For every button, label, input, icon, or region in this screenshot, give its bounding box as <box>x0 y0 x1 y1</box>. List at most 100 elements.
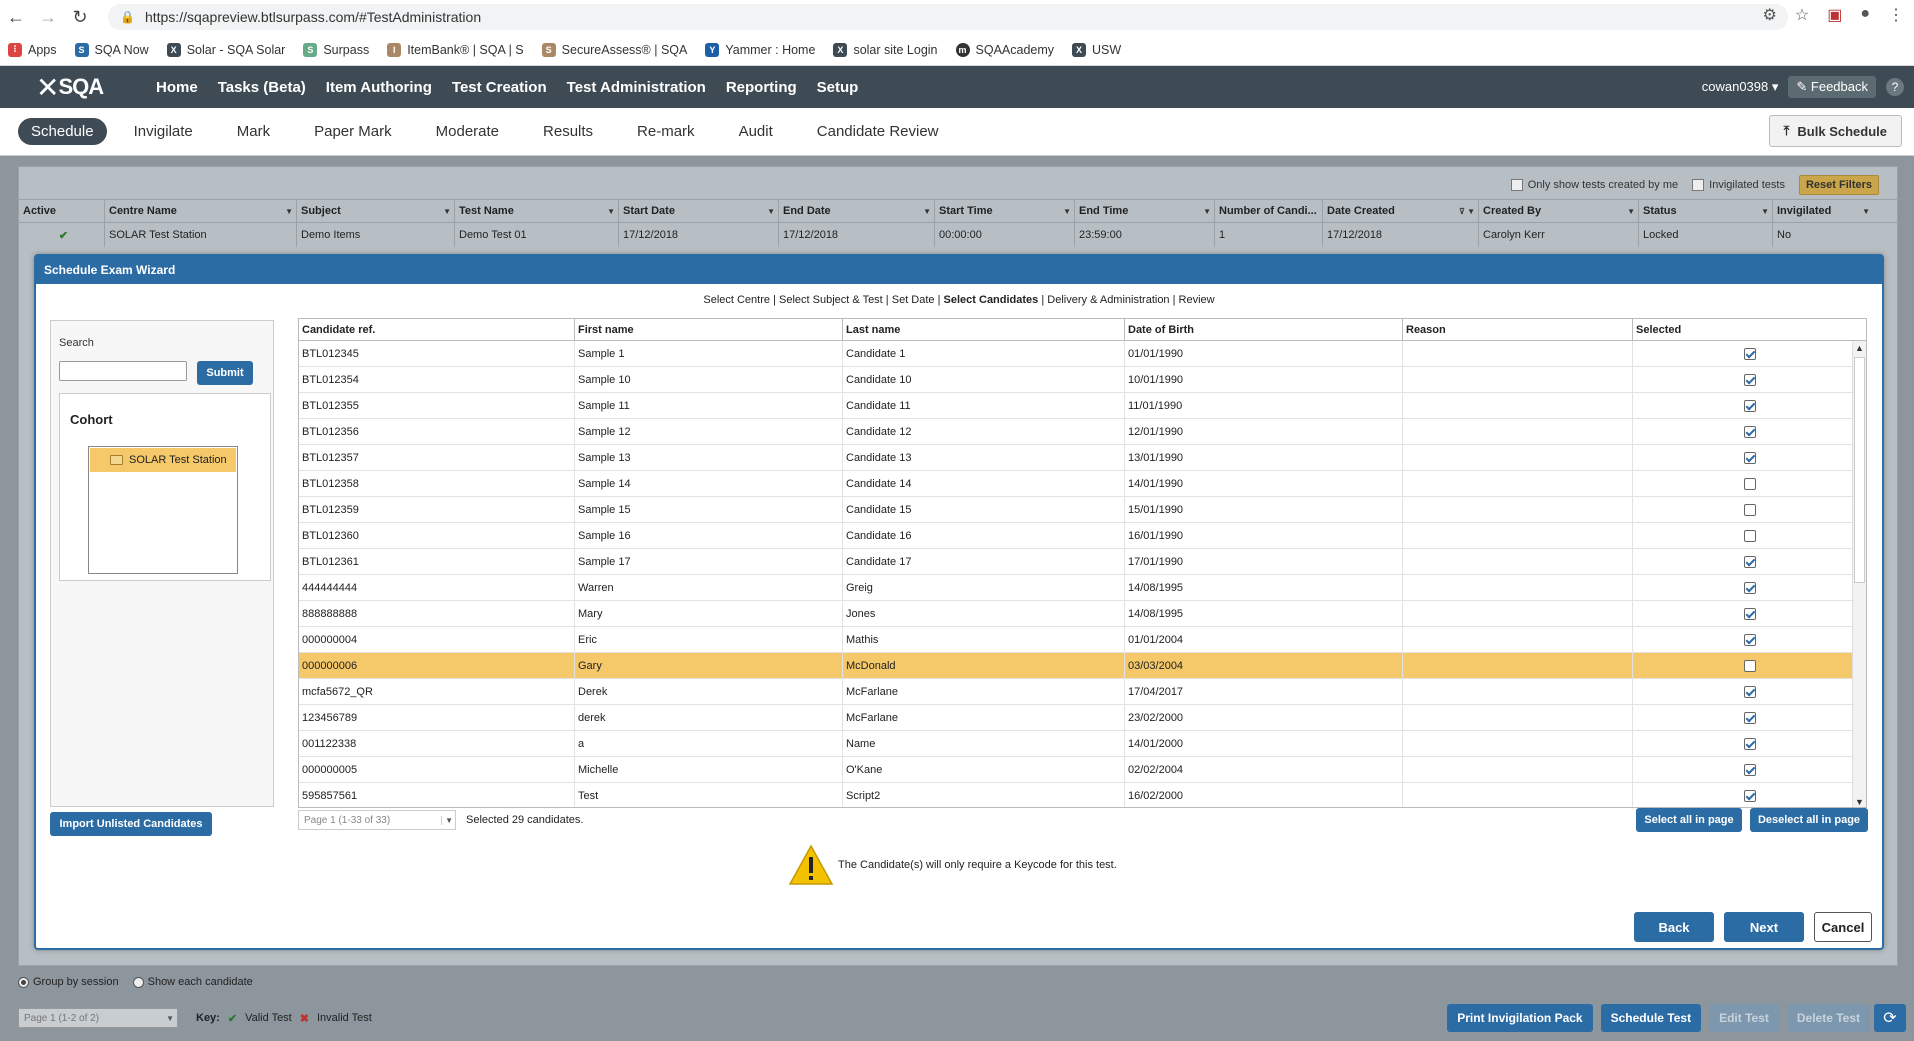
profile-icon[interactable]: ● <box>1860 5 1870 25</box>
bookmark-solar-login[interactable]: Xsolar site Login <box>833 42 938 57</box>
chevron-down-icon[interactable]: ▼ <box>166 1014 174 1023</box>
table-row[interactable]: BTL012354 Sample 10 Candidate 10 10/01/1990 <box>299 367 1866 393</box>
select-candidate-checkbox[interactable] <box>1743 711 1756 724</box>
sqa-logo[interactable]: ✕ SQA <box>36 66 126 108</box>
filter-dropdown-icon[interactable]: ▼ <box>1627 207 1635 216</box>
bookmark-sqa-now[interactable]: S SQA Now <box>74 42 149 57</box>
col-date-created[interactable]: Date Created ⊽ ▼ <box>1323 200 1479 222</box>
filter-dropdown-icon[interactable]: ▼ <box>1063 207 1071 216</box>
filter-dropdown-icon[interactable]: ▼ <box>443 207 451 216</box>
import-unlisted-candidates-button[interactable]: Import Unlisted Candidates <box>50 812 212 836</box>
invigilated-checkbox[interactable] <box>1692 179 1705 192</box>
group-by-session-radio[interactable] <box>18 976 29 988</box>
bulk-schedule-button[interactable]: ⤒ Bulk Schedule <box>1768 115 1902 147</box>
forward-arrow-icon[interactable]: → <box>32 0 64 34</box>
pdf-extension-icon[interactable]: ▣ <box>1827 5 1842 25</box>
tab-moderate[interactable]: Moderate <box>414 123 521 140</box>
select-candidate-checkbox[interactable] <box>1743 607 1756 620</box>
tab-re-mark[interactable]: Re-mark <box>615 123 717 140</box>
col-date-of-birth[interactable]: Date of Birth <box>1125 319 1403 340</box>
scroll-down-icon[interactable]: ▼ <box>1855 797 1864 807</box>
select-candidate-checkbox[interactable] <box>1743 659 1756 672</box>
chevron-down-icon[interactable]: ▼ <box>441 815 453 825</box>
select-candidate-checkbox[interactable] <box>1743 477 1756 490</box>
next-button[interactable]: Next <box>1724 912 1804 942</box>
col-end-time[interactable]: End Time ▼ <box>1075 200 1215 222</box>
filter-dropdown-icon[interactable]: ▼ <box>1761 207 1769 216</box>
nav-test-administration[interactable]: Test Administration <box>557 79 716 96</box>
table-row[interactable]: 000000005 Michelle O'Kane 02/02/2004 <box>299 757 1866 783</box>
select-candidate-checkbox[interactable] <box>1743 555 1756 568</box>
menu-icon[interactable]: ⋮ <box>1888 5 1904 25</box>
table-row[interactable]: 000000006 Gary McDonald 03/03/2004 <box>299 653 1866 679</box>
col-subject[interactable]: Subject ▼ <box>297 200 455 222</box>
table-row[interactable]: BTL012361 Sample 17 Candidate 17 17/01/1990 <box>299 549 1866 575</box>
user-menu[interactable]: cowan0398 ▾ <box>1702 79 1779 95</box>
table-row[interactable]: BTL012360 Sample 16 Candidate 16 16/01/1990 <box>299 523 1866 549</box>
select-candidate-checkbox[interactable] <box>1743 451 1756 464</box>
col-invigilated[interactable]: Invigilated ▼ <box>1773 200 1873 222</box>
col-centre-name[interactable]: Centre Name ▼ <box>105 200 297 222</box>
help-icon[interactable]: ? <box>1886 78 1904 96</box>
table-row[interactable]: 595857561 Test Script2 16/02/2000 <box>299 783 1866 807</box>
group-by-session-option[interactable]: Group by session <box>18 976 119 988</box>
delete-test-button[interactable]: Delete Test <box>1786 1004 1870 1032</box>
tab-invigilate[interactable]: Invigilate <box>112 123 215 140</box>
tab-results[interactable]: Results <box>521 123 615 140</box>
filter-funnel-icon[interactable]: ⊽ ▼ <box>1459 207 1475 216</box>
only-mine-filter[interactable]: Only show tests created by me <box>1510 179 1678 192</box>
schedule-test-button[interactable]: Schedule Test <box>1600 1004 1702 1032</box>
col-candidate-ref[interactable]: Candidate ref. <box>299 319 575 340</box>
edit-test-button[interactable]: Edit Test <box>1709 1004 1779 1032</box>
col-test-name[interactable]: Test Name ▼ <box>455 200 619 222</box>
tab-schedule[interactable]: Schedule <box>18 118 107 145</box>
select-candidate-checkbox[interactable] <box>1743 763 1756 776</box>
tab-candidate-review[interactable]: Candidate Review <box>795 123 961 140</box>
table-row[interactable]: 000000004 Eric Mathis 01/01/2004 <box>299 627 1866 653</box>
filter-dropdown-icon[interactable]: ▼ <box>923 207 931 216</box>
select-candidate-checkbox[interactable] <box>1743 737 1756 750</box>
select-candidate-checkbox[interactable] <box>1743 789 1756 802</box>
select-candidate-checkbox[interactable] <box>1743 581 1756 594</box>
col-first-name[interactable]: First name <box>575 319 843 340</box>
col-end-date[interactable]: End Date ▼ <box>779 200 935 222</box>
address-bar[interactable]: 🔒 https://sqapreview.btlsurpass.com/#Tes… <box>108 4 1788 30</box>
reload-icon[interactable]: ↻ <box>64 0 96 34</box>
grid-scrollbar[interactable]: ▲ ▼ <box>1852 341 1866 807</box>
back-arrow-icon[interactable]: ← <box>0 0 32 34</box>
col-selected[interactable]: Selected <box>1633 319 1866 340</box>
filter-dropdown-icon[interactable]: ▼ <box>1862 207 1870 216</box>
table-row[interactable]: BTL012345 Sample 1 Candidate 1 01/01/1990 <box>299 341 1866 367</box>
filter-dropdown-icon[interactable]: ▼ <box>285 207 293 216</box>
nav-tasks[interactable]: Tasks (Beta) <box>208 79 316 96</box>
table-row[interactable]: BTL012358 Sample 14 Candidate 14 14/01/1990 <box>299 471 1866 497</box>
deselect-all-in-page-button[interactable]: Deselect all in page <box>1750 808 1868 832</box>
table-row[interactable]: 888888888 Mary Jones 14/08/1995 <box>299 601 1866 627</box>
submit-button[interactable]: Submit <box>197 361 253 385</box>
bookmark-usw[interactable]: X USW <box>1072 42 1121 57</box>
refresh-icon[interactable]: ⟳ <box>1874 1004 1906 1032</box>
back-button[interactable]: Back <box>1634 912 1714 942</box>
extension-icon[interactable]: ⚙ <box>1763 5 1777 25</box>
col-reason[interactable]: Reason <box>1403 319 1633 340</box>
table-row[interactable]: ✔ SOLAR Test Station Demo Items Demo Tes… <box>19 223 1899 247</box>
search-input[interactable] <box>59 361 187 381</box>
table-row[interactable]: BTL012357 Sample 13 Candidate 13 13/01/1990 <box>299 445 1866 471</box>
bottom-pager[interactable]: Page 1 (1-2 of 2) ▼ <box>18 1008 178 1028</box>
select-candidate-checkbox[interactable] <box>1743 425 1756 438</box>
print-invigilation-pack-button[interactable]: Print Invigilation Pack <box>1447 1004 1593 1032</box>
table-row[interactable]: 123456789 derek McFarlane 23/02/2000 <box>299 705 1866 731</box>
nav-setup[interactable]: Setup <box>807 79 869 96</box>
scroll-up-icon[interactable]: ▲ <box>1855 343 1864 353</box>
col-num-candidates[interactable]: Number of Candi... <box>1215 200 1323 222</box>
table-row[interactable]: 001122338 a Name 14/01/2000 <box>299 731 1866 757</box>
star-icon[interactable]: ☆ <box>1795 5 1809 25</box>
filter-dropdown-icon[interactable]: ▼ <box>607 207 615 216</box>
bookmark-apps[interactable]: ⁝ Apps <box>8 42 57 57</box>
bookmark-surpass[interactable]: S Surpass <box>303 42 369 57</box>
cancel-button[interactable]: Cancel <box>1814 912 1872 942</box>
feedback-button[interactable]: ✎ Feedback <box>1788 76 1876 98</box>
nav-item-authoring[interactable]: Item Authoring <box>316 79 442 96</box>
show-each-candidate-radio[interactable] <box>132 976 144 988</box>
col-status[interactable]: Status ▼ <box>1639 200 1773 222</box>
